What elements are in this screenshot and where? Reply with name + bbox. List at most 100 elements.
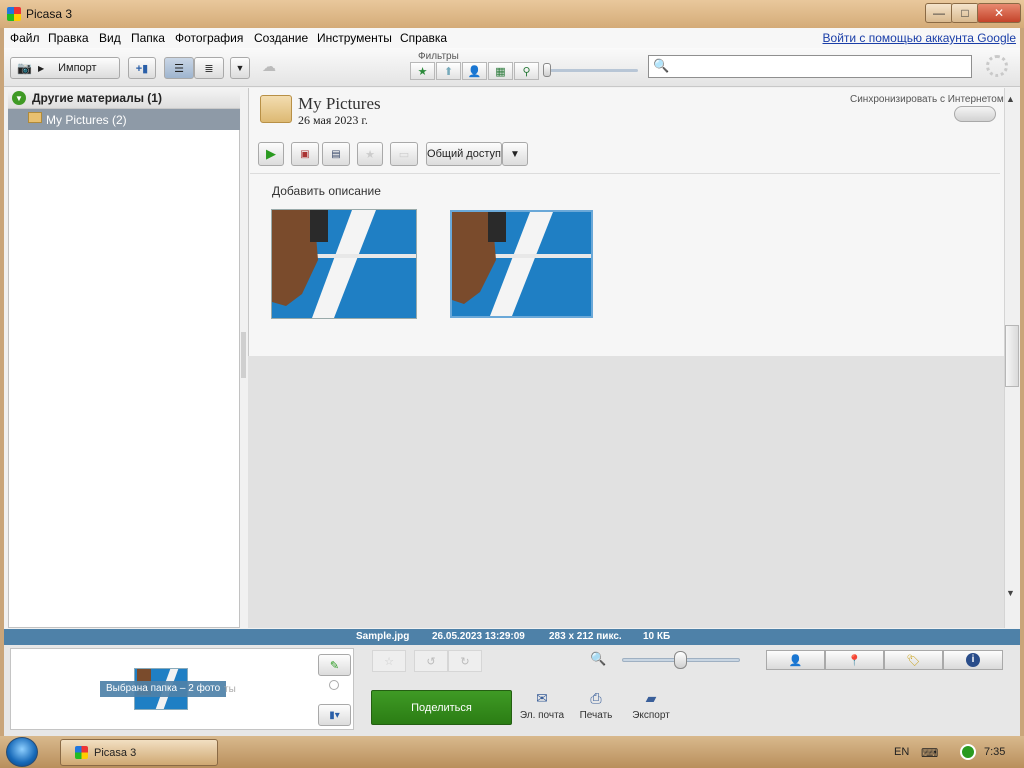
upload-filter-icon[interactable]: ⬆ [436,62,461,80]
menu-file[interactable]: Файл [10,31,40,45]
map-pin-icon: 📍 [847,654,862,667]
collage-icon: ▣ [300,148,310,160]
tree-list-icon: ≣ [204,62,214,75]
star-tray-icon[interactable]: ☆ [372,650,406,672]
filter-slider-handle[interactable] [543,63,551,77]
person-icon: 👤 [788,654,803,667]
printer-icon: ⎙ [590,690,602,706]
share-dropdown-arrow[interactable]: ▼ [502,142,528,166]
import-label: Импорт [58,62,97,74]
start-button[interactable] [6,737,38,767]
star-icon: ★ [365,148,375,161]
library-panel [8,88,240,628]
album-date: 26 мая 2023 г. [298,113,368,127]
taskbar-label: Picasa 3 [94,747,137,759]
tags-button[interactable]: 🏷 [884,650,943,670]
activity-spinner-icon [986,55,1008,77]
library-group-label: Другие материалы (1) [32,91,162,105]
sync-toggle[interactable] [954,106,996,122]
export-label: Экспорт [632,710,670,721]
menu-photo[interactable]: Фотография [175,31,243,45]
folder-label: My Pictures (2) [46,113,127,127]
menu-create[interactable]: Создание [254,31,308,45]
photo-thumbnail-selected[interactable] [450,210,593,318]
share-button[interactable]: Поделиться [371,690,512,725]
taskbar-picasa-item[interactable]: Picasa 3 [60,739,218,766]
geotag-filter-icon[interactable]: ⚲ [514,62,539,80]
save-button[interactable]: ▭ [390,142,418,166]
people-tag-button[interactable]: 👤 [766,650,825,670]
export-action[interactable]: ▰ Экспорт [621,690,681,721]
library-folder-item[interactable]: My Pictures (2) [8,109,240,130]
print-action[interactable]: ⎙ Печать [566,690,626,721]
folder-icon [28,112,42,123]
language-indicator[interactable]: EN [894,746,909,758]
add-to-album-button[interactable]: ▮▾ [318,704,351,726]
clear-selection-icon[interactable] [329,680,339,690]
zoom-icon: 🔍 [590,651,607,666]
menu-help[interactable]: Справка [400,31,447,45]
add-description-link[interactable]: Добавить описание [272,184,381,198]
share-dropdown-button[interactable]: Общий доступ [426,142,502,166]
view-dropdown-button[interactable]: ▼ [230,57,250,79]
scrollbar-thumb[interactable] [1005,325,1019,387]
slideshow-button[interactable]: ▶ [258,142,284,166]
search-input[interactable]: 🔍 [648,55,972,78]
list-icon: ☰ [174,62,184,75]
menu-view[interactable]: Вид [99,31,121,45]
library-group-header[interactable]: ▼ Другие материалы (1) [8,88,240,109]
list-view-button[interactable]: ☰ [164,57,194,79]
rotate-left-icon[interactable]: ↺ [414,650,448,672]
close-button[interactable]: ✕ [977,3,1021,23]
menu-folder[interactable]: Папка [131,31,165,45]
collapse-icon[interactable]: ▼ [12,91,26,105]
info-button[interactable]: i [943,650,1003,670]
filter-slider-track[interactable] [546,69,638,72]
maximize-button[interactable]: □ [951,3,979,23]
rotate-right-icon[interactable]: ↻ [448,650,482,672]
info-icon: i [966,653,980,667]
panel-resize-handle[interactable] [241,332,246,378]
collage-button[interactable]: ▣ [291,142,319,166]
tree-view-button[interactable]: ≣ [194,57,224,79]
menu-tools[interactable]: Инструменты [317,31,392,45]
menu-edit[interactable]: Правка [48,31,89,45]
album-title: My Pictures [298,94,381,113]
scroll-down-icon[interactable]: ▼ [1006,588,1015,598]
tray-status-icon[interactable] [960,744,976,760]
starred-filter-icon[interactable]: ★ [410,62,435,80]
album-empty-area [248,356,1004,628]
selection-suffix: ты [224,684,236,695]
save-icon: ▭ [398,148,410,161]
thumbnail-size-handle[interactable] [674,651,687,669]
import-button[interactable]: 📷 ▶ Импорт [10,57,120,79]
geotag-button[interactable]: 📍 [825,650,884,670]
share-access-label: Общий доступ [427,148,501,160]
play-small-icon: ▶ [37,63,45,73]
video-filter-icon[interactable]: ▦ [488,62,513,80]
photo-thumbnail[interactable] [271,209,417,319]
export-folder-icon: ▰ [645,690,657,706]
status-filename: Sample.jpg [356,631,410,642]
clock[interactable]: 7:35 [984,746,1005,758]
scroll-top-icon[interactable]: ▲ [1006,94,1015,104]
email-action[interactable]: ✉ Эл. почта [512,690,572,721]
movie-button[interactable]: ▤ [322,142,350,166]
status-dimensions: 283 x 212 пикс. [549,631,622,642]
sync-label: Синхронизировать с Интернетом [850,94,1004,105]
film-icon: ▤ [331,148,341,160]
filters-label: Фильтры [418,51,459,62]
add-album-button[interactable]: +▮ [128,57,156,79]
keyboard-icon[interactable]: ⌨ [921,746,938,760]
add-album-icon: +▮ [135,62,149,75]
google-signin-link[interactable]: Войти с помощью аккаунта Google [823,31,1016,45]
star-button[interactable]: ★ [357,142,383,166]
play-icon: ▶ [266,146,276,161]
print-label: Печать [579,710,613,721]
minimize-button[interactable]: — [925,3,953,23]
pin-icon: ✎ [329,659,340,672]
camera-icon: 📷 [17,61,32,75]
people-filter-icon[interactable]: 👤 [462,62,487,80]
hold-button[interactable]: ✎ [318,654,351,676]
picasa-taskbar-icon [75,746,88,759]
